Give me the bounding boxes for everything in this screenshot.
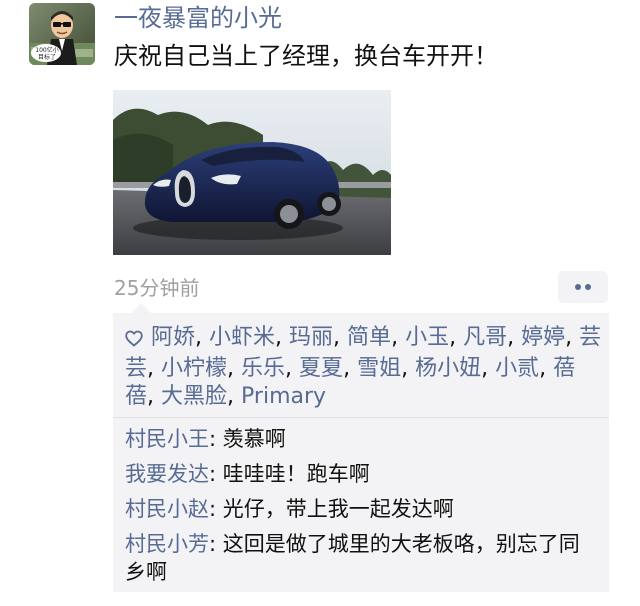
like-user[interactable]: 大黑脸 <box>161 384 227 409</box>
like-user[interactable]: 婷婷 <box>521 325 565 350</box>
comment-text: 光仔，带上我一起发达啊 <box>222 497 454 521</box>
comment-text: 羡慕啊 <box>222 427 286 451</box>
like-user[interactable]: 玛丽 <box>289 325 333 350</box>
heart-outline-icon <box>125 327 151 355</box>
post-photo[interactable] <box>113 90 391 255</box>
comment-author[interactable]: 村民小芳 <box>125 532 209 556</box>
comment-text: 哇哇哇！跑车啊 <box>222 462 370 486</box>
like-user[interactable]: 小玉 <box>405 325 449 350</box>
comment-author[interactable]: 村民小赵 <box>125 497 209 521</box>
like-user[interactable]: 简单 <box>347 325 391 350</box>
like-user[interactable]: 乐乐 <box>241 356 285 381</box>
comment-item[interactable]: 村民小王: 羡慕啊 <box>125 425 599 453</box>
like-user[interactable]: 阿娇 <box>151 325 195 350</box>
like-user[interactable]: 小虾米 <box>209 325 275 350</box>
sports-car-image <box>113 90 391 255</box>
post-time: 25分钟前 <box>114 276 200 300</box>
divider <box>113 417 609 418</box>
comment-item[interactable]: 村民小芳: 这回是做了城里的大老板咯，别忘了同乡啊 <box>125 530 599 586</box>
like-user[interactable]: Primary <box>241 384 326 409</box>
more-actions-button[interactable] <box>558 271 608 303</box>
comment-author[interactable]: 我要发达 <box>125 462 209 486</box>
panel-arrow <box>131 303 151 313</box>
comments-list: 村民小王: 羡慕啊 我要发达: 哇哇哇！跑车啊 村民小赵: 光仔，带上我一起发达… <box>125 425 599 593</box>
like-user[interactable]: 雪姐 <box>357 356 401 381</box>
avatar-caption: 100亿小目标了 <box>35 47 59 61</box>
interaction-panel: 阿娇, 小虾米, 玛丽, 简单, 小玉, 凡哥, 婷婷, 芸芸, 小柠檬, 乐乐… <box>113 303 609 593</box>
comment-author[interactable]: 村民小王 <box>125 427 209 451</box>
comment-item[interactable]: 我要发达: 哇哇哇！跑车啊 <box>125 460 599 488</box>
comment-item[interactable]: 村民小赵: 光仔，带上我一起发达啊 <box>125 495 599 523</box>
author-name[interactable]: 一夜暴富的小光 <box>114 2 282 34</box>
moments-post: 100亿小目标了 一夜暴富的小光 庆祝自己当上了经理，换台车开开！ 25分钟前 … <box>0 0 640 606</box>
like-user[interactable]: 杨小妞 <box>415 356 481 381</box>
likes-list: 阿娇, 小虾米, 玛丽, 简单, 小玉, 凡哥, 婷婷, 芸芸, 小柠檬, 乐乐… <box>125 325 602 409</box>
like-user[interactable]: 凡哥 <box>463 325 507 350</box>
avatar[interactable]: 100亿小目标了 <box>29 3 95 65</box>
like-user[interactable]: 夏夏 <box>299 356 343 381</box>
post-text: 庆祝自己当上了经理，换台车开开！ <box>114 42 498 70</box>
like-user[interactable]: 小柠檬 <box>161 356 227 381</box>
like-user[interactable]: 小贰 <box>495 356 539 381</box>
